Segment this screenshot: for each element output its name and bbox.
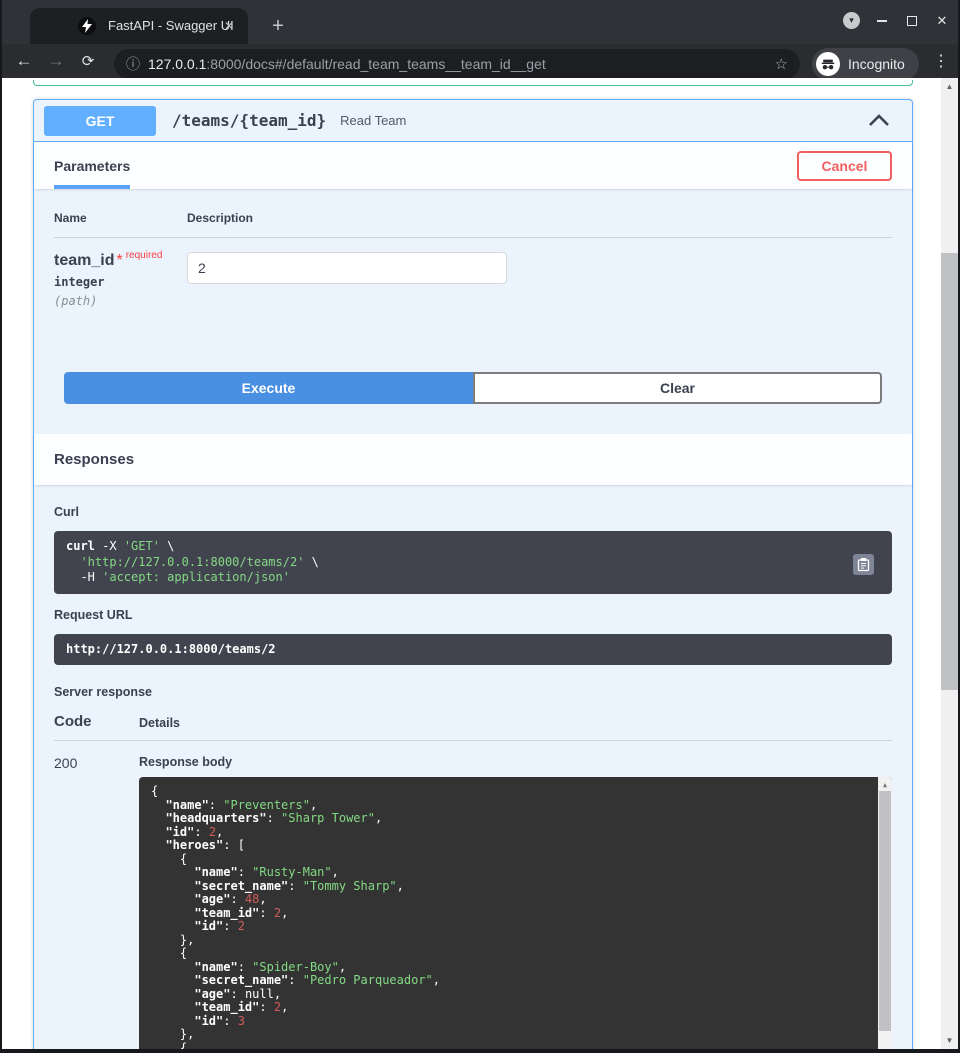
execute-row: Execute Clear — [64, 372, 882, 404]
browser-menu-icon[interactable]: ⋮ — [930, 50, 952, 72]
tab-parameters[interactable]: Parameters — [54, 142, 130, 189]
close-window-button[interactable]: ✕ — [934, 13, 950, 29]
responses-title: Responses — [54, 451, 134, 468]
method-badge[interactable]: GET — [44, 106, 156, 136]
incognito-label: Incognito — [848, 56, 905, 72]
lightning-bolt-icon — [82, 19, 92, 33]
page-scroll-up-icon[interactable]: ▲ — [941, 82, 958, 91]
execute-button[interactable]: Execute — [64, 372, 473, 404]
window-menu-icon[interactable]: ▾ — [843, 12, 860, 29]
new-tab-button[interactable]: + — [264, 12, 292, 40]
parameter-type: integer — [54, 275, 187, 289]
minimize-icon — [877, 20, 887, 22]
required-asterisk: * — [116, 252, 122, 269]
collapse-chevron-icon[interactable] — [868, 114, 890, 127]
window-frame-left — [0, 0, 2, 1053]
clear-button[interactable]: Clear — [473, 372, 882, 404]
page-scrollbar[interactable]: ▲ ▼ — [941, 78, 958, 1049]
opblock-get-teams: GET /teams/{team_id} Read Team Parameter… — [33, 99, 913, 1053]
browser-toolbar: ← → ⟳ ⓘ 127.0.0.1:8000/docs#/default/rea… — [0, 44, 960, 78]
tab-close-icon[interactable]: ✕ — [220, 17, 238, 35]
url-bar[interactable]: ⓘ 127.0.0.1:8000/docs#/default/read_team… — [114, 49, 800, 79]
response-body-block: ▲ { "name": "Preventers", "headquarters"… — [139, 777, 892, 1053]
bookmark-star-icon[interactable]: ☆ — [775, 55, 788, 73]
copy-to-clipboard-button[interactable] — [853, 554, 874, 575]
swagger-page: GET /teams/{team_id} Read Team Parameter… — [0, 78, 942, 1053]
tab-title: FastAPI - Swagger UI — [108, 18, 234, 33]
previous-opblock-bottom — [33, 80, 913, 86]
parameter-row-team-id: team_id* required integer (path) — [54, 238, 892, 322]
incognito-badge: Incognito — [812, 48, 919, 80]
page-scroll-thumb[interactable] — [941, 253, 958, 690]
site-info-icon[interactable]: ⓘ — [126, 54, 140, 74]
parameter-location: (path) — [54, 294, 187, 308]
browser-window: FastAPI - Swagger UI ✕ + ▾ ✕ ← → ⟳ ⓘ 127… — [0, 0, 960, 1053]
column-header-name: Name — [54, 211, 187, 225]
browser-tab[interactable]: FastAPI - Swagger UI ✕ — [30, 8, 248, 44]
curl-label: Curl — [54, 505, 892, 519]
tab-strip: FastAPI - Swagger UI ✕ + ▾ ✕ — [0, 0, 960, 44]
window-controls: ▾ ✕ — [843, 12, 950, 29]
column-header-description: Description — [187, 211, 253, 225]
parameters-table: Name Description team_id* required intege… — [34, 189, 912, 434]
parameters-table-header: Name Description — [54, 189, 892, 238]
responses-section: Curl curl -X 'GET' \ 'http://127.0.0.1:8… — [34, 485, 912, 1053]
parameter-value-cell — [187, 252, 507, 322]
response-table-header: Code Details — [54, 713, 892, 741]
spacer — [54, 404, 892, 434]
page-scroll-down-icon[interactable]: ▼ — [941, 1036, 958, 1045]
response-body-scrollbar[interactable]: ▲ — [878, 777, 892, 1053]
endpoint-path: /teams/{team_id} — [172, 111, 326, 130]
status-code: 200 — [54, 755, 139, 1053]
maximize-button[interactable] — [904, 13, 920, 29]
request-url-block: http://127.0.0.1:8000/teams/2 — [54, 634, 892, 666]
fastapi-favicon-icon — [78, 17, 96, 35]
response-details-cell: Response body ▲ { "name": "Preventers", … — [139, 755, 892, 1053]
request-url-label: Request URL — [54, 608, 892, 622]
url-path: :8000/docs#/default/read_team_teams__tea… — [206, 56, 545, 72]
response-body-scroll-thumb[interactable] — [879, 791, 891, 1031]
minimize-button[interactable] — [874, 13, 890, 29]
parameter-name-cell: team_id* required integer (path) — [54, 252, 187, 322]
cancel-button[interactable]: Cancel — [797, 151, 892, 181]
back-button[interactable]: ← — [10, 47, 38, 75]
parameters-header-band: Parameters Cancel — [34, 142, 912, 189]
incognito-icon — [816, 52, 840, 76]
column-header-code: Code — [54, 713, 139, 730]
url-text: 127.0.0.1:8000/docs#/default/read_team_t… — [148, 56, 767, 72]
required-label: required — [126, 250, 163, 261]
endpoint-summary: Read Team — [340, 113, 406, 128]
reload-button[interactable]: ⟳ — [74, 47, 102, 75]
parameters-tab-label: Parameters — [54, 158, 130, 174]
responses-header-band: Responses — [34, 434, 912, 485]
opblock-header[interactable]: GET /teams/{team_id} Read Team — [34, 100, 912, 142]
response-row-200: 200 Response body ▲ { "name": "Preventer… — [54, 741, 892, 1053]
forward-button[interactable]: → — [42, 47, 70, 75]
maximize-icon — [907, 16, 917, 26]
team-id-input[interactable] — [187, 252, 507, 284]
window-frame-bottom — [0, 1049, 960, 1053]
response-body-label: Response body — [139, 755, 892, 769]
curl-command-block: curl -X 'GET' \ 'http://127.0.0.1:8000/t… — [54, 531, 892, 594]
url-host: 127.0.0.1 — [148, 56, 206, 72]
server-response-label: Server response — [54, 685, 892, 699]
column-header-details: Details — [139, 716, 180, 730]
parameter-name: team_id — [54, 252, 114, 269]
